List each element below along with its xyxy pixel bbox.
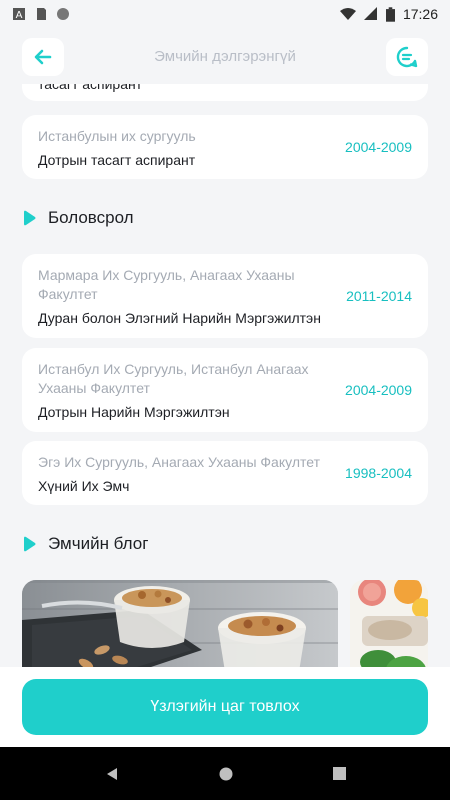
yogurt-granola-photo [22,580,338,667]
signal-icon [363,7,377,20]
experience-years: 2004-2009 [345,139,412,155]
experience-card: Истанбулын их сургууль Дотрын тасагт асп… [22,115,428,179]
bottom-action-bar: Үзлэгийн цаг товлох [0,667,450,747]
book-appointment-button[interactable]: Үзлэгийн цаг товлох [22,679,428,735]
nav-home-icon[interactable] [219,767,233,781]
wifi-icon [339,8,356,20]
education-degree: Дуран болон Элэгний Нарийн Мэргэжилтэн [38,310,321,326]
education-degree: Хүний Их Эмч [38,478,130,494]
arrow-left-icon [34,49,52,65]
education-years: 2004-2009 [345,382,412,398]
page-title: Эмчийн дэлгэрэнгүй [154,47,296,65]
svg-text:A: A [16,10,23,21]
education-title: Боловсрол [48,208,134,227]
chat-bubble-icon [396,46,418,68]
education-card: Эгэ Их Сургууль, Анагаах Ухааны Факултет… [22,441,428,505]
app-bar: Эмчийн дэлгэрэнгүй [0,28,450,84]
experience-main: тасагт аспирант [38,84,143,92]
play-icon [24,210,36,226]
education-degree: Дотрын Нарийн Мэргэжилтэн [38,404,230,420]
system-nav-bar [0,747,450,800]
education-institution: Истанбул Их Сургууль, Истанбул Анагаах У… [38,361,309,396]
education-section-header: Боловсрол [22,208,134,228]
experience-position: Дотрын тасагт аспирант [38,152,196,168]
blog-title: Эмчийн блог [48,534,149,553]
education-institution: Мармара Их Сургууль, Анагаах Ухааны Факу… [38,267,295,302]
nav-back-icon[interactable] [105,767,119,781]
fruit-salad-photo [350,580,428,667]
blog-card-yogurt[interactable] [22,580,338,667]
status-time: 17:26 [402,6,438,22]
education-card: Мармара Их Сургууль, Анагаах Ухааны Факу… [22,254,428,338]
battery-icon [385,6,395,22]
experience-card-partial: тасагт аспирант [22,84,428,101]
back-button[interactable] [22,38,64,76]
education-years: 2011-2014 [346,288,412,304]
doctor-details-scroll[interactable]: тасагт аспирант Истанбулын их сургууль Д… [0,84,450,667]
blog-section-header: Эмчийн блог [22,534,148,554]
play-icon [24,536,36,552]
education-years: 1998-2004 [345,465,412,481]
chat-button[interactable] [386,38,428,76]
education-institution: Эгэ Их Сургууль, Анагаах Ухааны Факултет [38,454,320,470]
circle-icon [57,8,69,20]
status-bar: A 17:26 [0,0,450,28]
nav-recents-icon[interactable] [332,767,346,780]
blog-card-fruit[interactable] [350,580,428,667]
education-card: Истанбул Их Сургууль, Истанбул Анагаах У… [22,348,428,432]
experience-institution: Истанбулын их сургууль [38,128,196,144]
a-icon: A [13,8,25,21]
sd-card-icon [37,8,46,20]
